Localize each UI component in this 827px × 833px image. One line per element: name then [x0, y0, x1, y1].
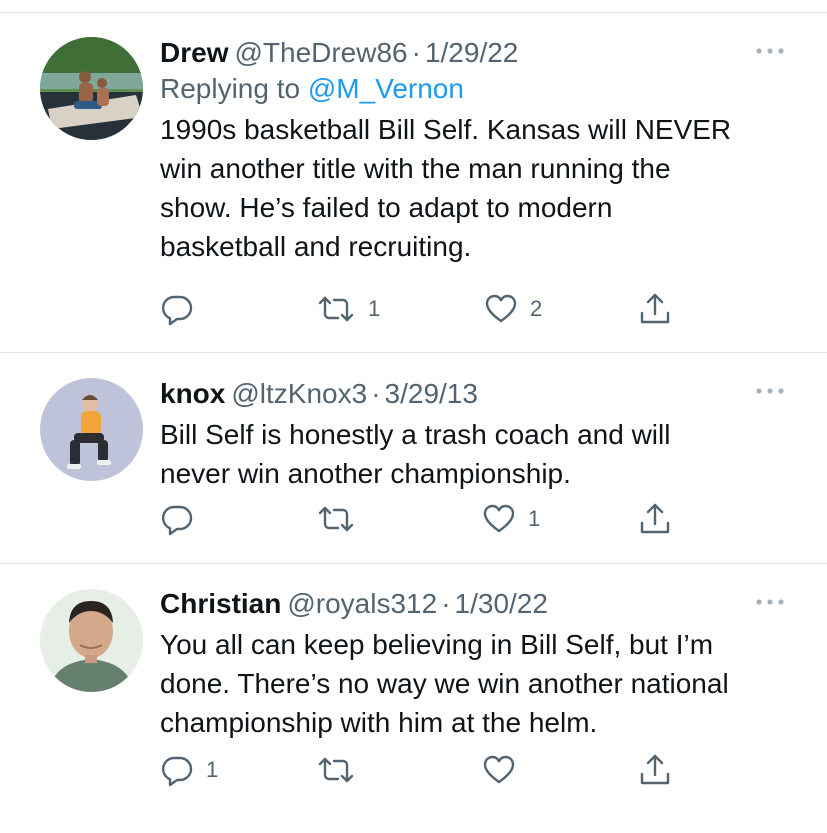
tweet-actions: 1: [160, 750, 680, 790]
share-button[interactable]: [638, 750, 672, 790]
tweet-content: knox @ltzKnox3 · 3/29/13 Bill Self is hones…: [160, 376, 780, 493]
tweet-text: 1990s basketball Bill Self. Kansas will …: [160, 114, 732, 262]
avatar-image: [40, 589, 143, 692]
avatar[interactable]: [40, 37, 143, 140]
tweet-feed: Drew @TheDrew86 · 1/29/22 Replying to @M_Ve…: [0, 0, 827, 833]
display-name[interactable]: Drew: [160, 37, 228, 68]
like-button[interactable]: [482, 750, 528, 790]
share-button[interactable]: [638, 499, 672, 539]
heart-icon: [483, 504, 515, 533]
display-name[interactable]: Christian: [160, 588, 281, 619]
retweet-icon: [318, 296, 354, 322]
like-button[interactable]: 1: [482, 499, 540, 539]
like-count: 2: [530, 296, 543, 321]
tweet-text: You all can keep believing in Bill Self,…: [160, 629, 729, 738]
avatar-image: [40, 37, 143, 140]
share-icon: [640, 754, 670, 785]
user-handle[interactable]: @ltzKnox3: [231, 378, 367, 409]
tweet-actions: 1 2: [160, 289, 680, 329]
replying-to: Replying to @M_Vernon: [160, 71, 780, 107]
reply-icon: [161, 295, 193, 326]
like-button[interactable]: 2: [484, 289, 542, 329]
retweet-button[interactable]: 1: [316, 289, 380, 329]
share-button[interactable]: [638, 289, 672, 329]
user-handle[interactable]: @TheDrew86: [234, 37, 407, 68]
separator: ·: [371, 378, 381, 409]
separator: ·: [411, 37, 421, 68]
heart-icon: [485, 294, 517, 323]
reply-button[interactable]: [160, 289, 206, 329]
retweet-icon: [318, 506, 354, 532]
tweet-date[interactable]: 1/30/22: [455, 588, 548, 619]
display-name[interactable]: knox: [160, 378, 225, 409]
tweet-drew[interactable]: Drew @TheDrew86 · 1/29/22 Replying to @M_Ve…: [0, 13, 827, 353]
tweet-date[interactable]: 3/29/13: [385, 378, 478, 409]
reply-button[interactable]: 1: [160, 750, 218, 790]
avatar[interactable]: [40, 378, 143, 481]
reply-icon: [161, 756, 193, 787]
heart-icon: [483, 755, 515, 784]
tweet-header: Drew @TheDrew86 · 1/29/22: [160, 35, 780, 71]
more-icon[interactable]: [755, 597, 785, 607]
user-handle[interactable]: @royals312: [287, 588, 437, 619]
tweet-date[interactable]: 1/29/22: [425, 37, 518, 68]
tweet-header: knox @ltzKnox3 · 3/29/13: [160, 376, 780, 412]
share-icon: [640, 293, 670, 324]
tweet-header: Christian @royals312 · 1/30/22: [160, 586, 780, 622]
tweet-content: Christian @royals312 · 1/30/22 You all can …: [160, 586, 780, 742]
retweet-button[interactable]: [316, 499, 368, 539]
separator: ·: [441, 588, 451, 619]
tweet-knox[interactable]: knox @ltzKnox3 · 3/29/13 Bill Self is hones…: [0, 353, 827, 563]
reply-icon: [161, 505, 193, 536]
avatar-image: [40, 378, 143, 481]
reply-count: 1: [206, 757, 219, 782]
share-icon: [640, 503, 670, 534]
retweet-count: 1: [368, 296, 381, 321]
replying-to-link[interactable]: @M_Vernon: [308, 73, 464, 104]
tweet-actions: 1: [160, 499, 680, 539]
replying-to-label: Replying to: [160, 73, 308, 104]
like-count: 1: [528, 506, 541, 531]
retweet-button[interactable]: [316, 750, 368, 790]
avatar[interactable]: [40, 589, 143, 692]
reply-button[interactable]: [160, 499, 206, 539]
more-icon[interactable]: [755, 386, 785, 396]
tweet-text: Bill Self is honestly a trash coach and …: [160, 419, 671, 489]
retweet-icon: [318, 757, 354, 783]
more-icon[interactable]: [755, 46, 785, 56]
tweet-christian[interactable]: Christian @royals312 · 1/30/22 You all can …: [0, 564, 827, 833]
tweet-content: Drew @TheDrew86 · 1/29/22 Replying to @M_Ve…: [160, 35, 780, 266]
